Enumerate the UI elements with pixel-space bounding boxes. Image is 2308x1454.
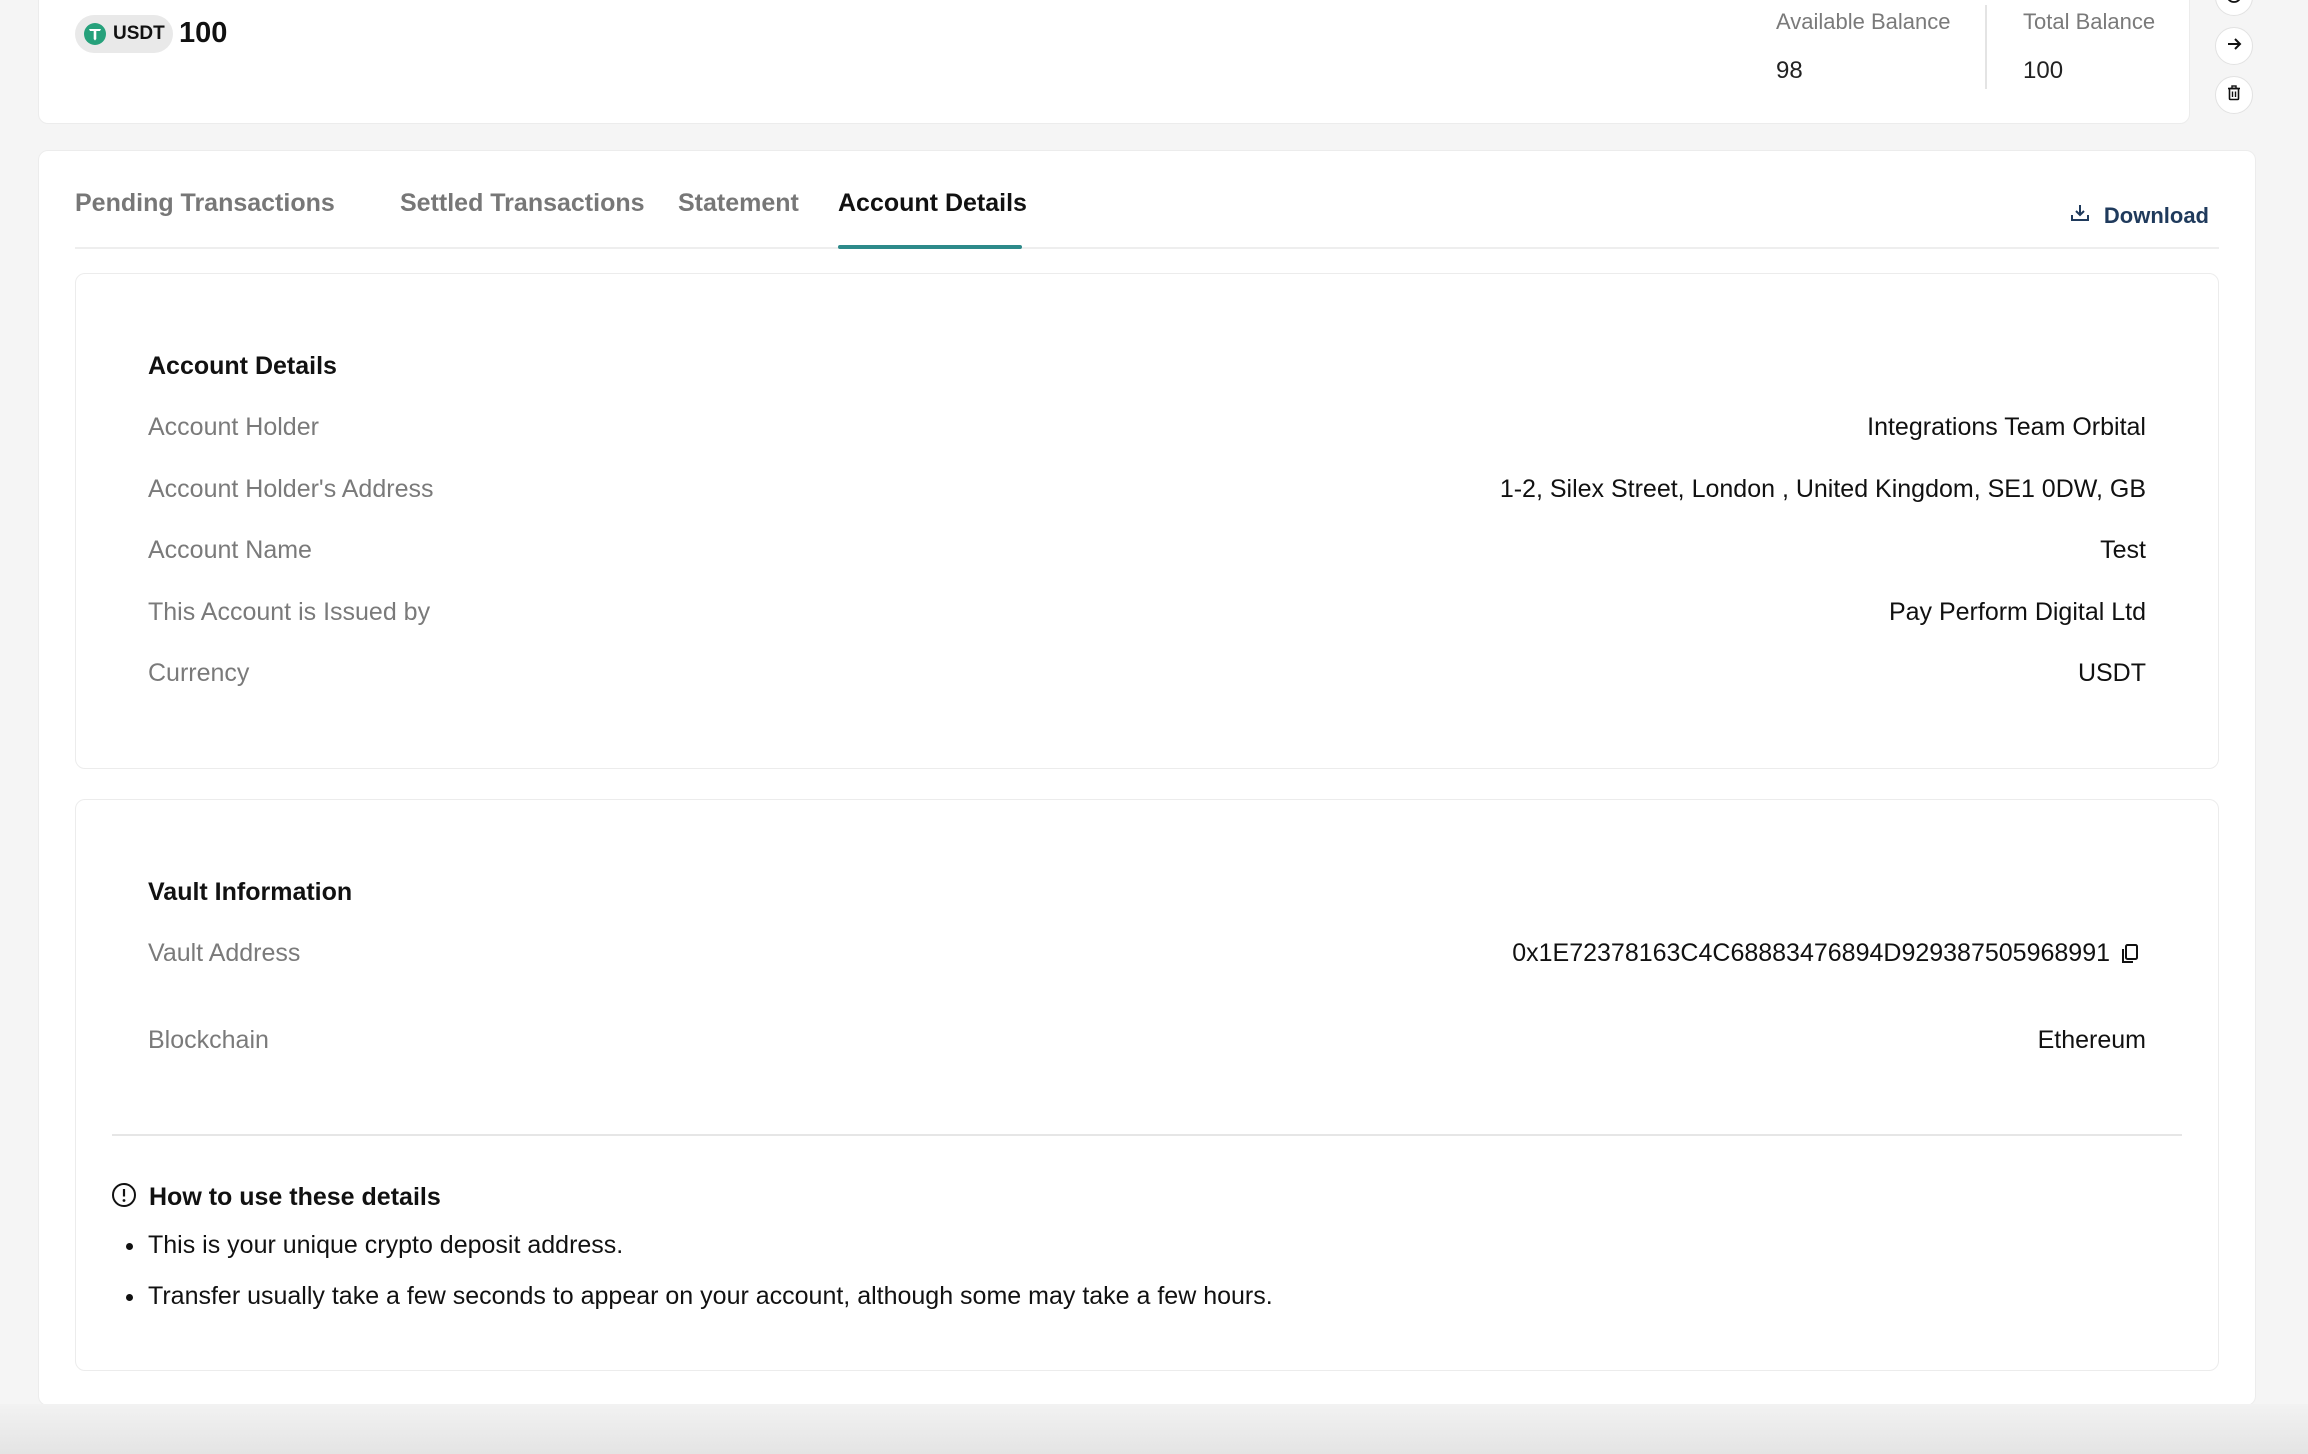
available-balance-value: 98 (1776, 57, 1803, 84)
account-holder-value: Integrations Team Orbital (1867, 413, 2146, 441)
alert-circle-icon (111, 1182, 137, 1213)
vault-address-value: 0x1E72378163C4C68883476894D9293875059689… (1512, 939, 2110, 967)
vault-divider (112, 1134, 2182, 1136)
delete-button[interactable] (2215, 76, 2253, 114)
howto-header: How to use these details (111, 1182, 441, 1213)
howto-title: How to use these details (149, 1183, 441, 1211)
account-details-title: Account Details (148, 352, 337, 380)
account-main-panel: Pending Transactions Settled Transaction… (38, 150, 2256, 1406)
account-name-label: Account Name (148, 536, 312, 564)
issuer-value: Pay Perform Digital Ltd (1888, 598, 2146, 626)
info-icon (2225, 0, 2243, 9)
howto-list: This is your unique crypto deposit addre… (112, 1220, 1273, 1322)
vault-address-label: Vault Address (148, 939, 301, 967)
available-balance: Available Balance 98 (1776, 9, 1951, 85)
arrow-right-icon (2225, 35, 2243, 58)
info-button[interactable] (2215, 0, 2253, 16)
currency-chip: USDT (75, 15, 173, 53)
total-balance: Total Balance 100 (2023, 9, 2155, 85)
list-item: Transfer usually take a few seconds to a… (112, 1271, 1273, 1322)
download-button[interactable]: Download (2070, 203, 2209, 229)
active-tab-indicator (838, 245, 1022, 249)
copy-icon[interactable] (2118, 942, 2142, 966)
total-balance-value: 100 (2023, 57, 2064, 84)
tab-account-details[interactable]: Account Details (838, 189, 1027, 218)
account-holder-address-value: 1-2, Silex Street, London , United Kingd… (1499, 475, 2146, 503)
blockchain-value: Ethereum (2037, 1026, 2146, 1054)
currency-value: USDT (2077, 659, 2146, 687)
trash-icon (2225, 84, 2243, 107)
total-balance-label: Total Balance (2023, 9, 2156, 34)
blockchain-label: Blockchain (148, 1026, 269, 1054)
account-holder-label: Account Holder (148, 413, 319, 441)
list-item: This is your unique crypto deposit addre… (112, 1220, 1273, 1271)
bottom-shade (0, 1404, 2308, 1454)
available-balance-label: Available Balance (1776, 9, 1951, 34)
download-icon (2070, 203, 2090, 229)
balance-divider (1985, 5, 1987, 89)
transfer-button[interactable] (2215, 27, 2253, 65)
tab-statement[interactable]: Statement (678, 189, 799, 218)
account-details-panel: Account Details Account Holder Integrati… (75, 273, 2219, 769)
vault-information-title: Vault Information (148, 878, 353, 906)
issuer-label: This Account is Issued by (148, 598, 431, 626)
vault-address-value-row: 0x1E72378163C4C68883476894D9293875059689… (1512, 939, 2142, 968)
currency-label: Currency (148, 659, 250, 687)
currency-code: USDT (113, 23, 165, 44)
vault-information-panel: Vault Information Vault Address 0x1E7237… (75, 799, 2219, 1371)
account-amount: 100 (179, 17, 228, 49)
tether-icon (83, 22, 107, 46)
download-label: Download (2103, 203, 2209, 228)
account-name-value: Test (2100, 536, 2146, 564)
account-summary-card: USDT 100 Available Balance 98 Total Bala… (38, 0, 2190, 124)
tab-bar: Pending Transactions Settled Transaction… (75, 151, 2219, 249)
tab-pending-transactions[interactable]: Pending Transactions (75, 189, 335, 218)
tab-settled-transactions[interactable]: Settled Transactions (400, 189, 645, 218)
account-holder-address-label: Account Holder's Address (148, 475, 434, 503)
